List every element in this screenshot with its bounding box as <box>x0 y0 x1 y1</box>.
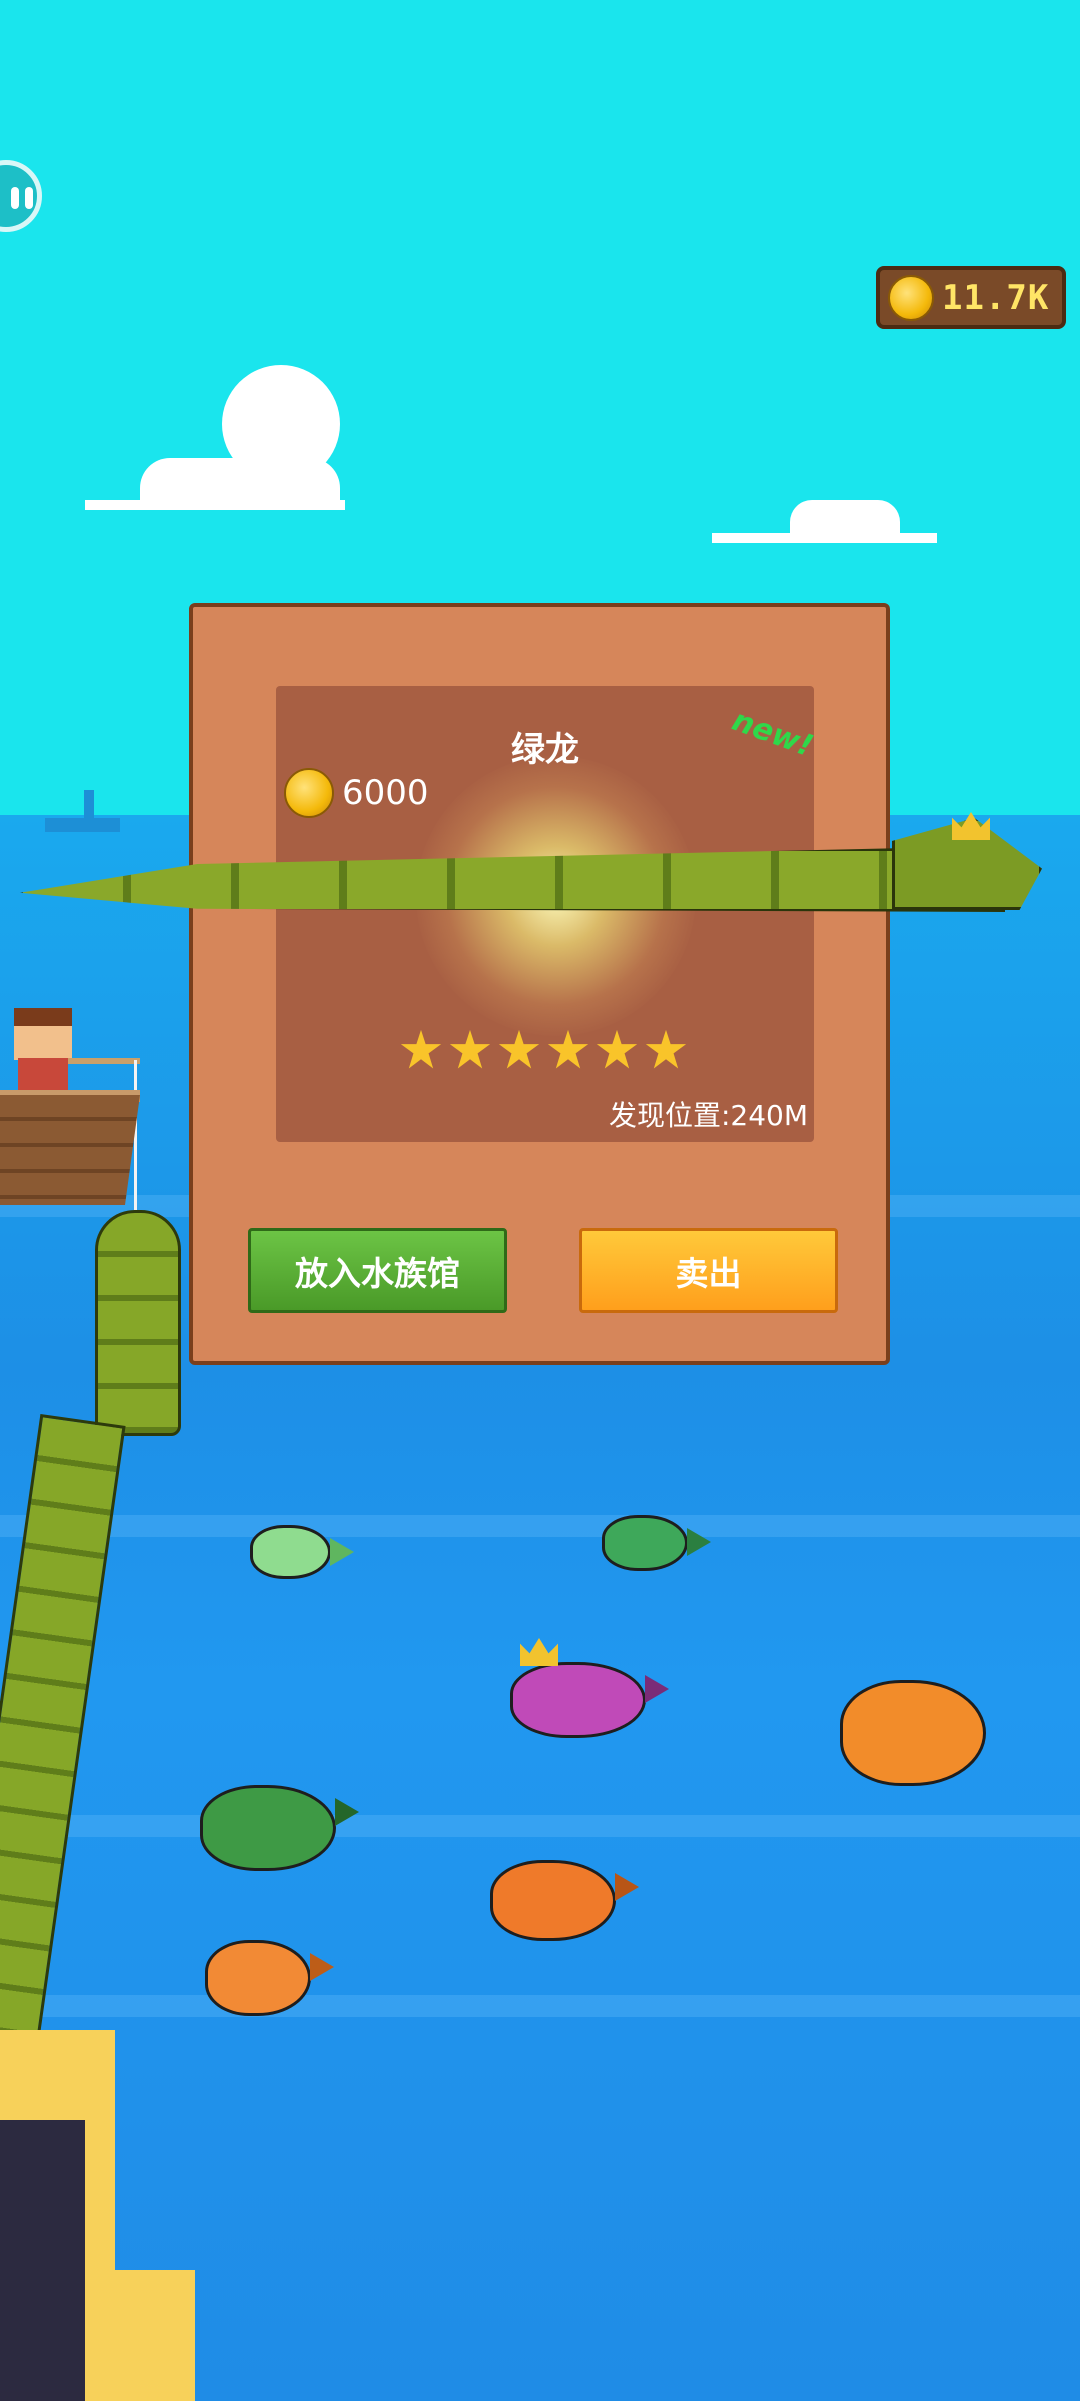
catch-dialog: 绿龙 new! 6000 发现位置:240M 放入水族馆 卖出 <box>189 603 890 1365</box>
fish-rare[interactable] <box>510 1662 669 1738</box>
fish[interactable] <box>602 1515 711 1571</box>
star-icon <box>498 1029 540 1069</box>
coin-counter: 11.7K <box>876 266 1066 329</box>
turtle[interactable] <box>840 1680 986 1786</box>
fish-price: 6000 <box>342 773 429 813</box>
coin-icon <box>888 274 934 321</box>
catch-card: 绿龙 new! 6000 发现位置:240M <box>276 686 814 1142</box>
add-to-aquarium-button[interactable]: 放入水族馆 <box>248 1228 507 1313</box>
rarity-stars <box>400 1029 687 1071</box>
fish[interactable] <box>200 1785 359 1871</box>
distant-ship <box>45 818 120 832</box>
star-icon <box>547 1029 589 1069</box>
star-icon <box>596 1029 638 1069</box>
fisher-character <box>14 1008 72 1060</box>
price-row: 6000 <box>284 768 429 818</box>
fisher-body <box>18 1058 68 1092</box>
coin-icon <box>284 768 334 818</box>
cloud-left-base <box>85 500 345 510</box>
cloud-right-base <box>712 533 937 543</box>
distant-ship-mast <box>84 790 94 820</box>
fish[interactable] <box>205 1940 334 2016</box>
fish[interactable] <box>250 1525 354 1579</box>
coin-amount: 11.7K <box>942 277 1050 318</box>
rock <box>0 2120 85 2401</box>
fish[interactable] <box>490 1860 639 1941</box>
star-icon <box>645 1029 687 1069</box>
star-icon <box>400 1029 442 1069</box>
boat <box>0 1095 140 1205</box>
fishing-rod <box>68 1058 140 1064</box>
discovery-location: 发现位置:240M <box>608 1099 808 1132</box>
hooked-eel <box>95 1210 181 1436</box>
sell-button[interactable]: 卖出 <box>579 1228 838 1313</box>
star-icon <box>449 1029 491 1069</box>
